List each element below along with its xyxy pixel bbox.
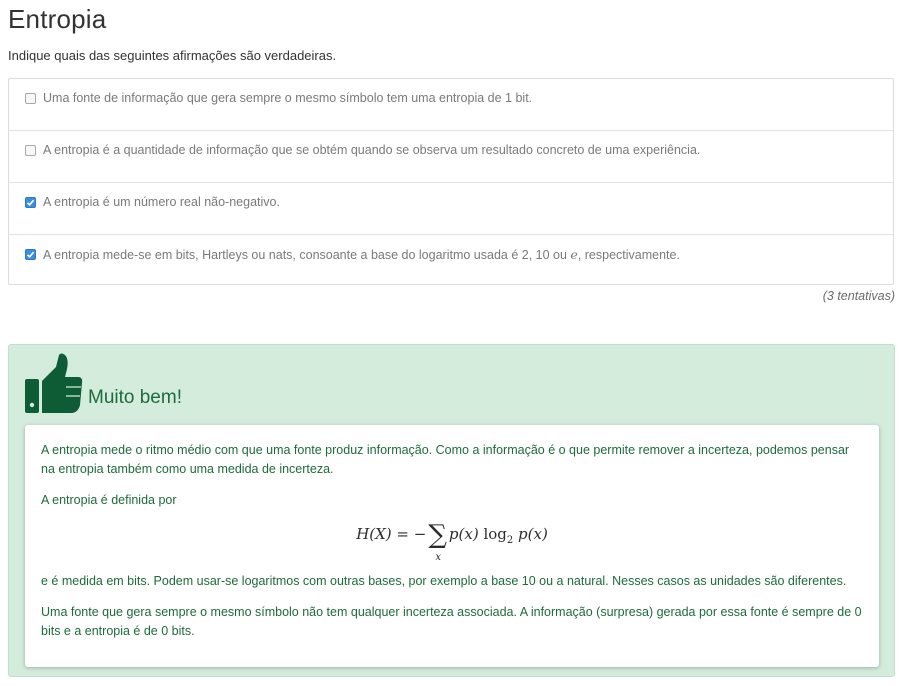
answer-options: Uma fonte de informação que gera sempre … — [8, 78, 894, 285]
explanation-paragraph-2: A entropia é definida por — [41, 493, 177, 507]
thumbs-up-icon — [25, 353, 83, 413]
checkmark-icon — [26, 199, 35, 206]
option-2[interactable]: A entropia é a quantidade de informação … — [9, 131, 893, 183]
option-3[interactable]: A entropia é um número real não-negativo… — [9, 183, 893, 235]
page-title: Entropia — [8, 4, 107, 34]
feedback-verdict: Muito bem! — [88, 387, 182, 408]
feedback-explanation: A entropia mede o ritmo médio com que um… — [25, 425, 879, 667]
explanation-paragraph-4: Uma fonte que gera sempre o mesmo símbol… — [41, 605, 862, 638]
checkbox-option-1[interactable] — [25, 93, 36, 104]
option-4[interactable]: A entropia mede-se em bits, Hartleys ou … — [9, 235, 893, 286]
option-4-label[interactable]: A entropia mede-se em bits, Hartleys ou … — [43, 247, 680, 263]
checkmark-icon — [26, 251, 35, 258]
question-instructions: Indique quais das seguintes afirmações s… — [8, 48, 337, 63]
entropy-formula: H(X) = −∑ x p(x) log2 p(x) — [356, 520, 548, 563]
checkbox-option-4[interactable] — [25, 249, 36, 260]
checkbox-option-2[interactable] — [25, 145, 36, 156]
option-3-label[interactable]: A entropia é um número real não-negativo… — [43, 195, 280, 210]
option-1[interactable]: Uma fonte de informação que gera sempre … — [9, 79, 893, 131]
checkbox-option-3[interactable] — [25, 197, 36, 208]
option-2-label[interactable]: A entropia é a quantidade de informação … — [43, 143, 700, 158]
explanation-paragraph-3: e é medida em bits. Podem usar-se logari… — [41, 574, 847, 588]
math-e: e — [570, 247, 578, 262]
explanation-paragraph-1: A entropia mede o ritmo médio com que um… — [41, 443, 850, 476]
attempts-count: (3 tentativas) — [822, 289, 895, 303]
feedback-panel: Muito bem! A entropia mede o ritmo médio… — [8, 344, 895, 677]
option-1-label[interactable]: Uma fonte de informação que gera sempre … — [43, 91, 532, 106]
